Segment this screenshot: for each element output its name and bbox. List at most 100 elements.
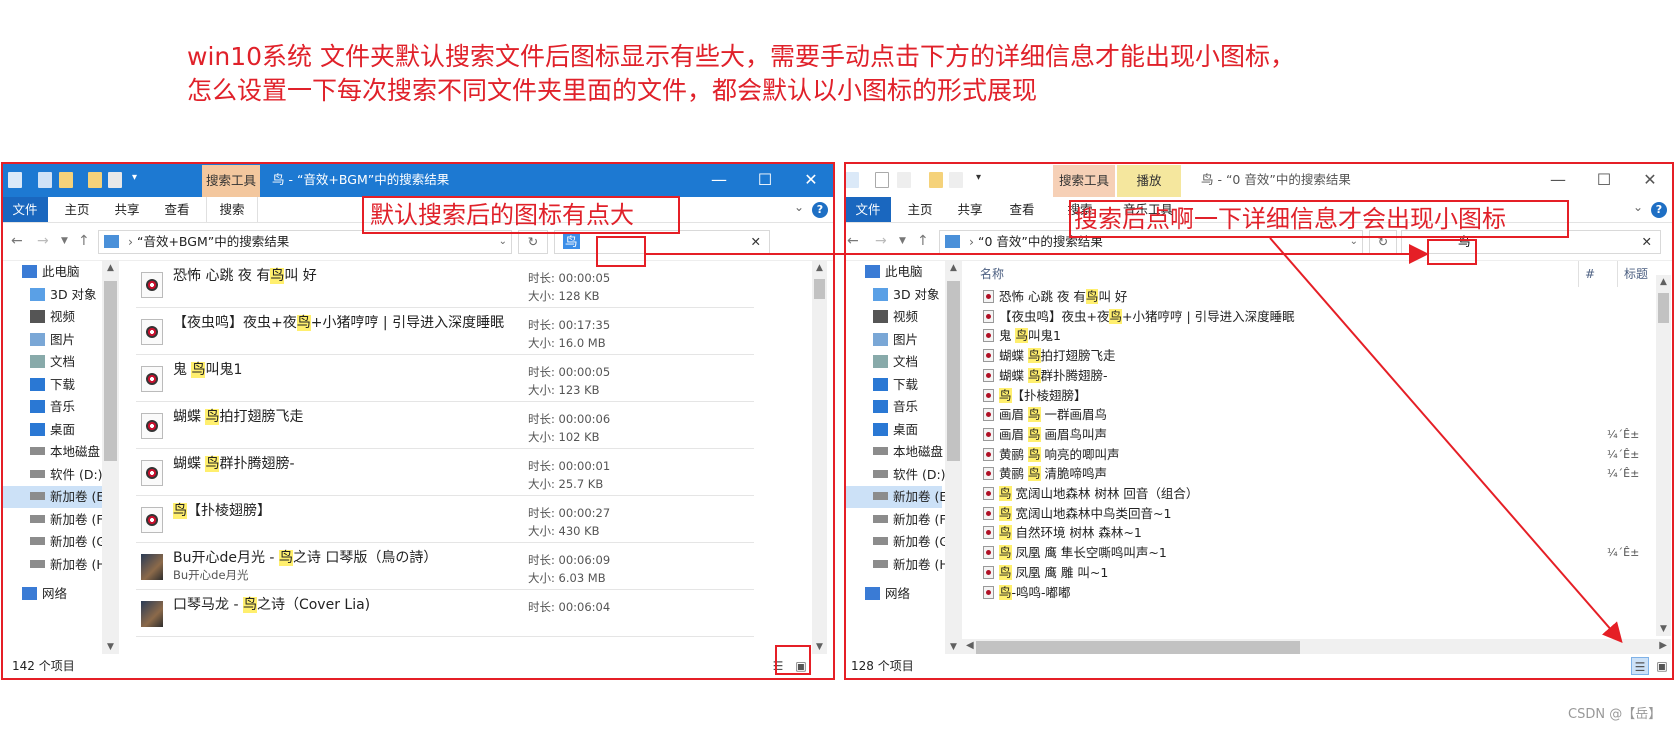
maximize-button[interactable]: ☐ [1581, 163, 1627, 197]
sidebar-item[interactable]: 新加卷 (F:) [2, 509, 117, 531]
sidebar-item[interactable]: 新加卷 (E: [845, 486, 951, 508]
sidebar-item[interactable]: 文档 [2, 351, 117, 373]
tab-share[interactable]: 共享 [104, 197, 150, 222]
result-tile[interactable]: 恐怖 心跳 夜 有鸟叫 好 时长: 00:00:05 大小: 128 KB [136, 261, 754, 308]
sidebar-item[interactable]: 音乐 [2, 396, 117, 418]
list-item[interactable]: 鸟 凤凰 鹰 隼长空嘶鸣叫声~1 ¼´Ê± [983, 543, 1663, 563]
details-view-icon[interactable]: ☰ [1631, 657, 1649, 675]
scroll-left-icon[interactable]: ◀ [966, 640, 974, 651]
expand-ribbon-icon[interactable]: ⌄ [794, 200, 804, 214]
up-arrow-icon[interactable]: ↑ [78, 233, 90, 249]
back-arrow-icon[interactable]: ← [11, 233, 23, 249]
context-tab-search-tools[interactable]: 搜索工具 [1053, 165, 1115, 197]
scroll-down-icon[interactable]: ▼ [945, 642, 962, 652]
list-item[interactable]: 【夜虫鸣】夜虫+夜鸟+小猪哼哼 | 引导进入深度睡眠 [983, 307, 1663, 327]
help-icon[interactable]: ? [812, 202, 828, 218]
context-tab-play[interactable]: 播放 [1117, 165, 1181, 197]
scroll-thumb[interactable] [1658, 293, 1669, 323]
search-input[interactable]: 鸟 ✕ [554, 230, 770, 254]
tab-file[interactable]: 文件 [2, 197, 48, 222]
sidebar-item[interactable]: 网络 [845, 583, 942, 605]
list-item[interactable]: 鬼 鸟叫鬼1 [983, 326, 1663, 346]
sidebar-item[interactable]: 音乐 [845, 396, 942, 418]
close-button[interactable]: ✕ [788, 163, 834, 197]
scroll-up-icon[interactable]: ▲ [812, 263, 827, 273]
checkbox-icon[interactable] [108, 172, 122, 188]
result-tile[interactable]: 蝴蝶 鸟拍打翅膀飞走 时长: 00:00:06 大小: 102 KB [136, 402, 754, 449]
list-item[interactable]: 鸟【扑棱翅膀】 [983, 386, 1663, 406]
result-tile[interactable]: Bu开心de月光 - 鸟之诗 口琴版（鳥の詩） Bu开心de月光 时长: 00:06… [136, 543, 754, 590]
sidebar-item[interactable]: 新加卷 (G: [2, 531, 117, 553]
properties-icon[interactable] [38, 172, 52, 188]
sidebar-item[interactable]: 本地磁盘 ( [2, 441, 117, 463]
scroll-right-icon[interactable]: ▶ [1659, 640, 1667, 651]
sidebar-item[interactable]: 下载 [845, 374, 942, 396]
new-folder-icon[interactable] [59, 172, 73, 188]
address-dropdown-icon[interactable]: ⌄ [499, 231, 507, 253]
navigation-pane-scrollbar[interactable]: ▲ ▼ [102, 261, 119, 654]
result-tile[interactable]: 口琴马龙 - 鸟之诗（Cover Lia) 时长: 00:06:04 [136, 590, 754, 637]
context-tab-search-tools[interactable]: 搜索工具 [202, 165, 260, 197]
sidebar-item[interactable]: 视频 [2, 306, 117, 328]
sidebar-item[interactable]: 桌面 [845, 419, 942, 441]
sidebar-item[interactable]: 桌面 [2, 419, 117, 441]
result-tile[interactable]: 鸟【扑棱翅膀】 时长: 00:00:27 大小: 430 KB [136, 496, 754, 543]
sidebar-item[interactable]: 此电脑 [845, 261, 942, 283]
result-tile[interactable]: 鬼 鸟叫鬼1 时长: 00:00:05 大小: 123 KB [136, 355, 754, 402]
navigation-pane-scrollbar[interactable]: ▲ ▼ [945, 261, 962, 654]
list-item[interactable]: 鸟 宽阔山地森林中鸟类回音~1 [983, 504, 1663, 524]
maximize-button[interactable]: ☐ [742, 163, 788, 197]
tab-file[interactable]: 文件 [845, 197, 891, 222]
sidebar-item[interactable]: 软件 (D:) [845, 464, 946, 486]
sidebar-item[interactable]: 图片 [845, 329, 942, 351]
tab-home[interactable]: 主页 [897, 197, 943, 222]
list-item[interactable]: 黄鹂 鸟 响亮的唧叫声 ¼´Ê± [983, 445, 1663, 465]
sidebar-item[interactable]: 图片 [2, 329, 117, 351]
list-item[interactable]: 鸟 凤凰 鹰 雕 叫~1 [983, 563, 1663, 583]
properties-icon[interactable] [875, 172, 889, 188]
tab-share[interactable]: 共享 [947, 197, 993, 222]
sidebar-item[interactable]: 新加卷 (E: [2, 486, 117, 508]
minimize-button[interactable]: — [696, 163, 742, 197]
refresh-button[interactable]: ↻ [518, 230, 548, 254]
back-arrow-icon[interactable]: ← [847, 233, 859, 249]
close-button[interactable]: ✕ [1627, 163, 1673, 197]
scroll-thumb[interactable] [947, 281, 960, 461]
tab-view[interactable]: 查看 [999, 197, 1045, 222]
scroll-thumb[interactable] [976, 641, 1300, 654]
column-header-name[interactable]: 名称 [980, 261, 1004, 287]
forward-arrow-icon[interactable]: → [37, 233, 49, 249]
scroll-down-icon[interactable]: ▼ [102, 642, 119, 652]
scroll-down-icon[interactable]: ▼ [812, 642, 827, 652]
customize-quick-access-icon[interactable]: ▾ [976, 172, 986, 188]
scroll-up-icon[interactable]: ▲ [102, 263, 119, 273]
minimize-button[interactable]: — [1535, 163, 1581, 197]
tab-home[interactable]: 主页 [54, 197, 100, 222]
sidebar-item[interactable]: 3D 对象 [2, 284, 117, 306]
expand-ribbon-icon[interactable]: ⌄ [1633, 200, 1643, 214]
list-item[interactable]: 画眉 鸟 画眉鸟叫声 ¼´Ê± [983, 425, 1663, 445]
forward-arrow-icon[interactable]: → [875, 233, 887, 249]
sidebar-item[interactable]: 网络 [2, 583, 117, 605]
result-tile[interactable]: 【夜虫鸣】夜虫+夜鸟+小猪哼哼 | 引导进入深度睡眠 时长: 00:17:35 大小… [136, 308, 754, 355]
result-tile[interactable]: 蝴蝶 鸟群扑腾翅膀- 时长: 00:00:01 大小: 25.7 KB [136, 449, 754, 496]
large-icons-view-icon[interactable]: ▣ [792, 657, 810, 675]
clear-search-icon[interactable]: ✕ [1642, 231, 1652, 253]
sidebar-item[interactable]: 此电脑 [2, 261, 117, 283]
sidebar-item[interactable]: 新加卷 (F:) [845, 509, 955, 531]
customize-quick-access-icon[interactable]: ▾ [132, 172, 142, 188]
tab-search[interactable]: 搜索 [206, 197, 258, 222]
tab-view[interactable]: 查看 [154, 197, 200, 222]
list-item[interactable]: 画眉 鸟 一群画眉鸟 [983, 405, 1663, 425]
address-dropdown-icon[interactable]: ⌄ [1350, 231, 1358, 253]
column-header-number[interactable]: # [1578, 261, 1595, 287]
results-scrollbar[interactable]: ▲ ▼ [812, 261, 827, 654]
sidebar-item[interactable]: 软件 (D:) [2, 464, 117, 486]
sidebar-item[interactable]: 本地磁盘 ( [845, 441, 952, 463]
sidebar-item[interactable]: 下载 [2, 374, 117, 396]
recent-locations-icon[interactable]: ▼ [61, 236, 68, 246]
sidebar-item[interactable]: 新加卷 (H: [845, 554, 953, 576]
clear-search-icon[interactable]: ✕ [751, 231, 761, 253]
recent-locations-icon[interactable]: ▼ [899, 236, 906, 246]
results-scrollbar[interactable]: ▲ ▼ [1656, 275, 1671, 636]
